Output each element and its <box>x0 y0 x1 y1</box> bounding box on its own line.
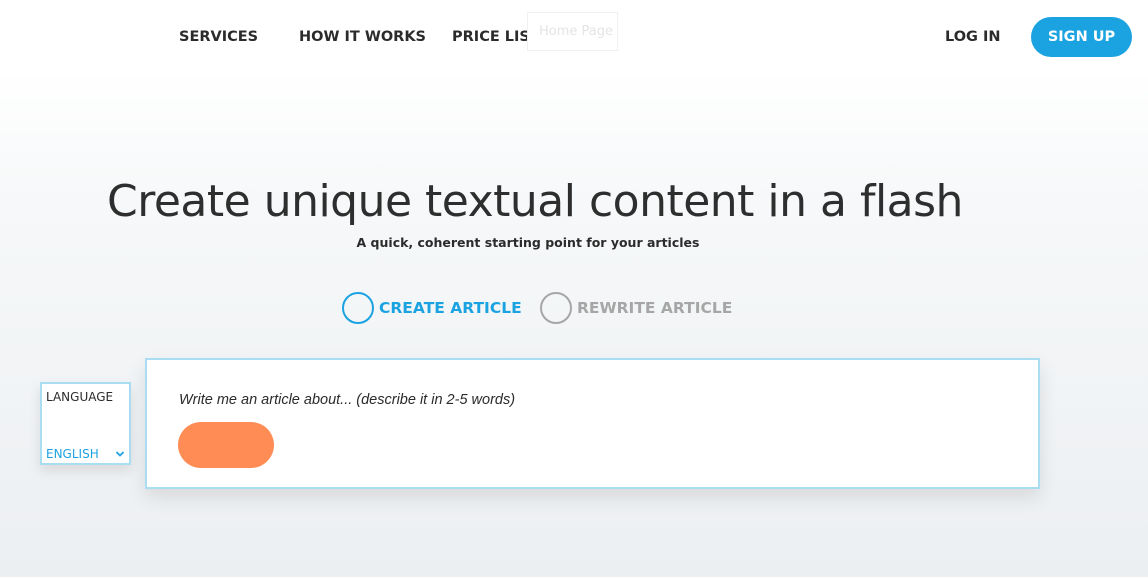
radio-icon[interactable] <box>342 292 374 324</box>
login-link[interactable]: LOG IN <box>945 29 1001 45</box>
create-article-option[interactable]: CREATE ARTICLE <box>342 292 522 324</box>
rewrite-article-label: REWRITE ARTICLE <box>577 299 733 317</box>
language-select[interactable]: LANGUAGE ENGLISH <box>40 382 131 465</box>
rewrite-article-option[interactable]: REWRITE ARTICLE <box>540 292 732 324</box>
signup-label: SIGN UP <box>1047 29 1116 45</box>
nav-how-it-works-link[interactable]: HOW IT WORKS <box>299 29 426 45</box>
nav-services-link[interactable]: SERVICES <box>179 29 258 45</box>
page-title: Create unique textual content in a flash <box>107 176 963 227</box>
page-subtitle: A quick, coherent starting point for you… <box>356 235 700 250</box>
language-selected-value[interactable]: ENGLISH <box>46 447 99 461</box>
generate-button[interactable] <box>178 422 274 468</box>
language-label: LANGUAGE <box>46 390 114 404</box>
radio-icon[interactable] <box>540 292 572 324</box>
signup-button[interactable]: SIGN UP <box>1031 17 1132 57</box>
home-page-tooltip: Home Page <box>527 12 618 51</box>
article-topic-input[interactable] <box>179 388 999 412</box>
article-form <box>145 358 1040 489</box>
create-article-label: CREATE ARTICLE <box>379 299 522 317</box>
chevron-down-icon[interactable] <box>115 449 125 459</box>
